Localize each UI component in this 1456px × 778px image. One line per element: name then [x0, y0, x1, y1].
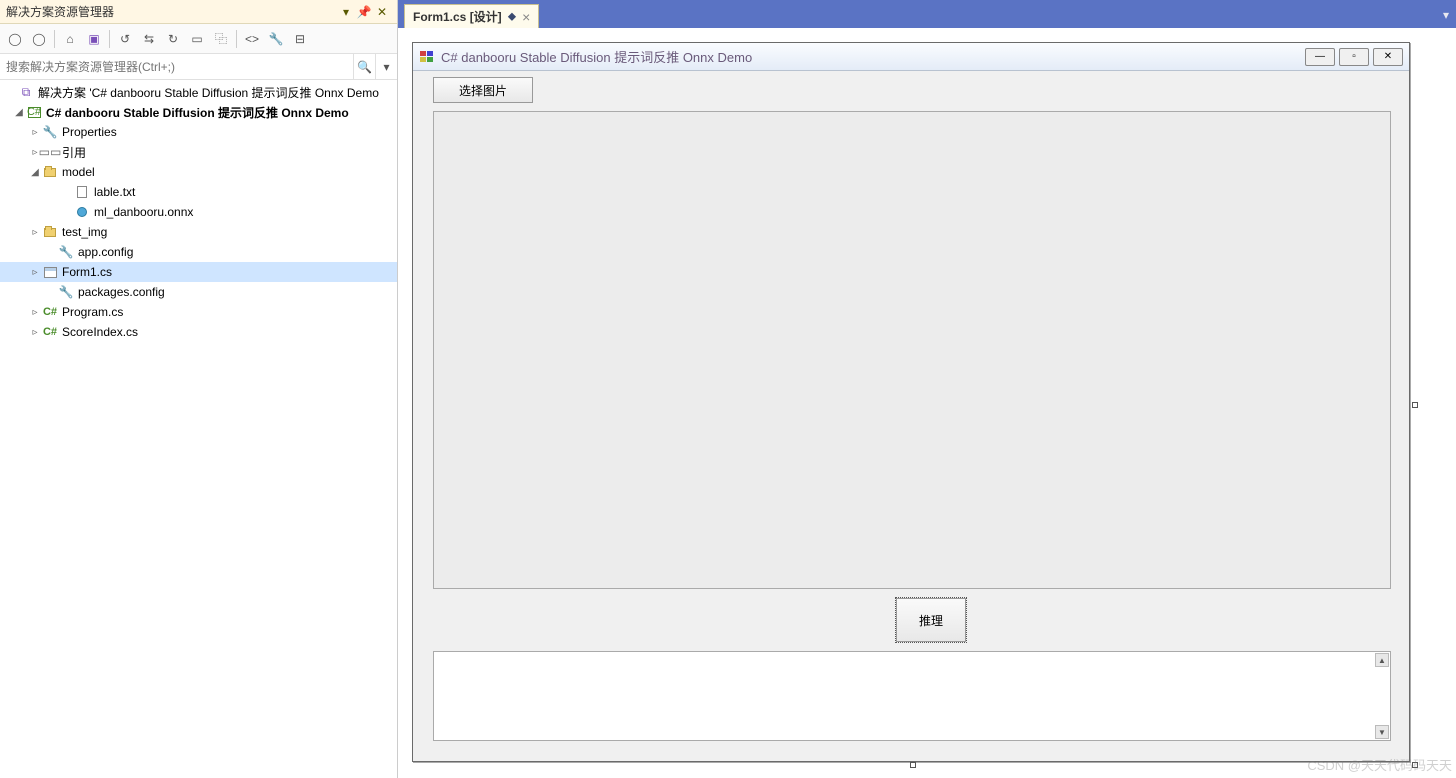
tree-file-form1[interactable]: ▹ Form1.cs	[0, 262, 397, 282]
solution-tree: ▹ ⧉ 解决方案 'C# danbooru Stable Diffusion 提…	[0, 80, 397, 778]
preview-icon[interactable]: ⊟	[291, 30, 309, 48]
tree-project[interactable]: ◢ C# C# danbooru Stable Diffusion 提示词反推 …	[0, 102, 397, 122]
tree-solution[interactable]: ▹ ⧉ 解决方案 'C# danbooru Stable Diffusion 提…	[0, 82, 397, 102]
designer-surface[interactable]: C# danbooru Stable Diffusion 提示词反推 Onnx …	[398, 28, 1456, 778]
tree-label: test_img	[62, 225, 107, 239]
tree-label: ml_danbooru.onnx	[94, 205, 193, 219]
folder-icon	[42, 164, 58, 180]
scroll-up-icon[interactable]: ▲	[1375, 653, 1389, 667]
tree-folder-testimg[interactable]: ▹ test_img	[0, 222, 397, 242]
tree-file-program[interactable]: ▹ C# Program.cs	[0, 302, 397, 322]
tree-file-packages[interactable]: ▹ 🔧 packages.config	[0, 282, 397, 302]
code-icon[interactable]: <>	[243, 30, 261, 48]
picturebox[interactable]	[433, 111, 1391, 589]
close-icon[interactable]: ✕	[373, 3, 391, 21]
forward-icon[interactable]: ◯	[30, 30, 48, 48]
refresh-icon[interactable]: ↺	[116, 30, 134, 48]
file-icon	[74, 184, 90, 200]
tree-label: Form1.cs	[62, 265, 112, 279]
app-icon	[419, 49, 435, 65]
folder-icon	[42, 224, 58, 240]
solution-toolbar: ◯ ◯ ⌂ ▣ ↺ ⇆ ↻ ▭ ⿻ <> 🔧 ⊟	[0, 24, 397, 54]
copy-icon[interactable]: ⿻	[212, 30, 230, 48]
cs-icon: C#	[42, 324, 58, 340]
tree-file-scoreindex[interactable]: ▹ C# ScoreIndex.cs	[0, 322, 397, 342]
tab-close-icon[interactable]: ×	[522, 9, 530, 25]
tree-file-appconfig[interactable]: ▹ 🔧 app.config	[0, 242, 397, 262]
winform-body: 选择图片 推理 ▲ ▼	[413, 71, 1409, 761]
tree-file-onnx[interactable]: ▹ ml_danbooru.onnx	[0, 202, 397, 222]
resize-handle-right[interactable]	[1412, 402, 1418, 408]
separator	[236, 30, 237, 48]
editor-area: Form1.cs [设计] ⬥ × ▾ C# danbooru Stable D…	[398, 0, 1456, 778]
tree-label: packages.config	[78, 285, 165, 299]
scroll-down-icon[interactable]: ▼	[1375, 725, 1389, 739]
select-image-button[interactable]: 选择图片	[433, 77, 533, 103]
tree-label: C# danbooru Stable Diffusion 提示词反推 Onnx …	[46, 104, 349, 121]
onnx-icon	[74, 204, 90, 220]
references-icon: ▭▭	[42, 144, 58, 160]
output-textbox[interactable]: ▲ ▼	[433, 651, 1391, 741]
designer-canvas: C# danbooru Stable Diffusion 提示词反推 Onnx …	[410, 40, 1444, 766]
properties-icon[interactable]: 🔧	[267, 30, 285, 48]
tree-label: Program.cs	[62, 305, 123, 319]
winform-preview[interactable]: C# danbooru Stable Diffusion 提示词反推 Onnx …	[412, 42, 1410, 762]
scope-icon[interactable]: ▣	[85, 30, 103, 48]
panel-title-text: 解决方案资源管理器	[6, 3, 337, 20]
config-icon: 🔧	[58, 284, 74, 300]
button-label: 推理	[919, 612, 943, 629]
solution-icon: ⧉	[18, 84, 34, 100]
back-icon[interactable]: ◯	[6, 30, 24, 48]
minimize-icon[interactable]: —	[1305, 48, 1335, 66]
form-icon	[42, 264, 58, 280]
infer-button[interactable]: 推理	[896, 598, 966, 642]
tab-overflow-icon[interactable]: ▾	[1436, 8, 1456, 28]
showall-icon[interactable]: ▭	[188, 30, 206, 48]
tab-modified-icon: ⬥	[508, 9, 516, 24]
collapse-icon[interactable]: ↻	[164, 30, 182, 48]
winform-title-text: C# danbooru Stable Diffusion 提示词反推 Onnx …	[441, 47, 1301, 66]
search-dropdown-icon[interactable]: ▾	[375, 54, 397, 79]
tree-file-lable[interactable]: ▹ lable.txt	[0, 182, 397, 202]
pin-icon[interactable]: 📌	[355, 3, 373, 21]
tree-folder-model[interactable]: ◢ model	[0, 162, 397, 182]
resize-handle-bottom[interactable]	[910, 762, 916, 768]
tree-label: app.config	[78, 245, 133, 259]
resize-handle-corner[interactable]	[1412, 762, 1418, 768]
search-row: 🔍 ▾	[0, 54, 397, 80]
separator	[54, 30, 55, 48]
winform-titlebar: C# danbooru Stable Diffusion 提示词反推 Onnx …	[413, 43, 1409, 71]
tree-properties[interactable]: ▹ 🔧 Properties	[0, 122, 397, 142]
tree-label: lable.txt	[94, 185, 135, 199]
csproj-icon: C#	[26, 104, 42, 120]
solution-explorer-panel: 解决方案资源管理器 ▾ 📌 ✕ ◯ ◯ ⌂ ▣ ↺ ⇆ ↻ ▭ ⿻ <> 🔧 ⊟…	[0, 0, 398, 778]
tree-label: model	[62, 165, 95, 179]
tree-label: 解决方案 'C# danbooru Stable Diffusion 提示词反推…	[38, 84, 379, 101]
document-tabbar: Form1.cs [设计] ⬥ × ▾	[398, 0, 1456, 28]
close-window-icon[interactable]: ✕	[1373, 48, 1403, 66]
wrench-icon: 🔧	[42, 124, 58, 140]
home-icon[interactable]: ⌂	[61, 30, 79, 48]
button-label: 选择图片	[459, 82, 507, 99]
tree-label: ScoreIndex.cs	[62, 325, 138, 339]
tab-form1-design[interactable]: Form1.cs [设计] ⬥ ×	[404, 4, 539, 28]
tab-label: Form1.cs [设计]	[413, 8, 502, 25]
config-icon: 🔧	[58, 244, 74, 260]
panel-header: 解决方案资源管理器 ▾ 📌 ✕	[0, 0, 397, 24]
search-input[interactable]	[0, 54, 353, 79]
cs-icon: C#	[42, 304, 58, 320]
tree-label: Properties	[62, 125, 117, 139]
tree-label: 引用	[62, 144, 86, 161]
panel-dropdown-icon[interactable]: ▾	[337, 3, 355, 21]
tree-references[interactable]: ▹ ▭▭ 引用	[0, 142, 397, 162]
sync-icon[interactable]: ⇆	[140, 30, 158, 48]
search-icon[interactable]: 🔍	[353, 54, 375, 79]
maximize-icon[interactable]: ▫	[1339, 48, 1369, 66]
separator	[109, 30, 110, 48]
